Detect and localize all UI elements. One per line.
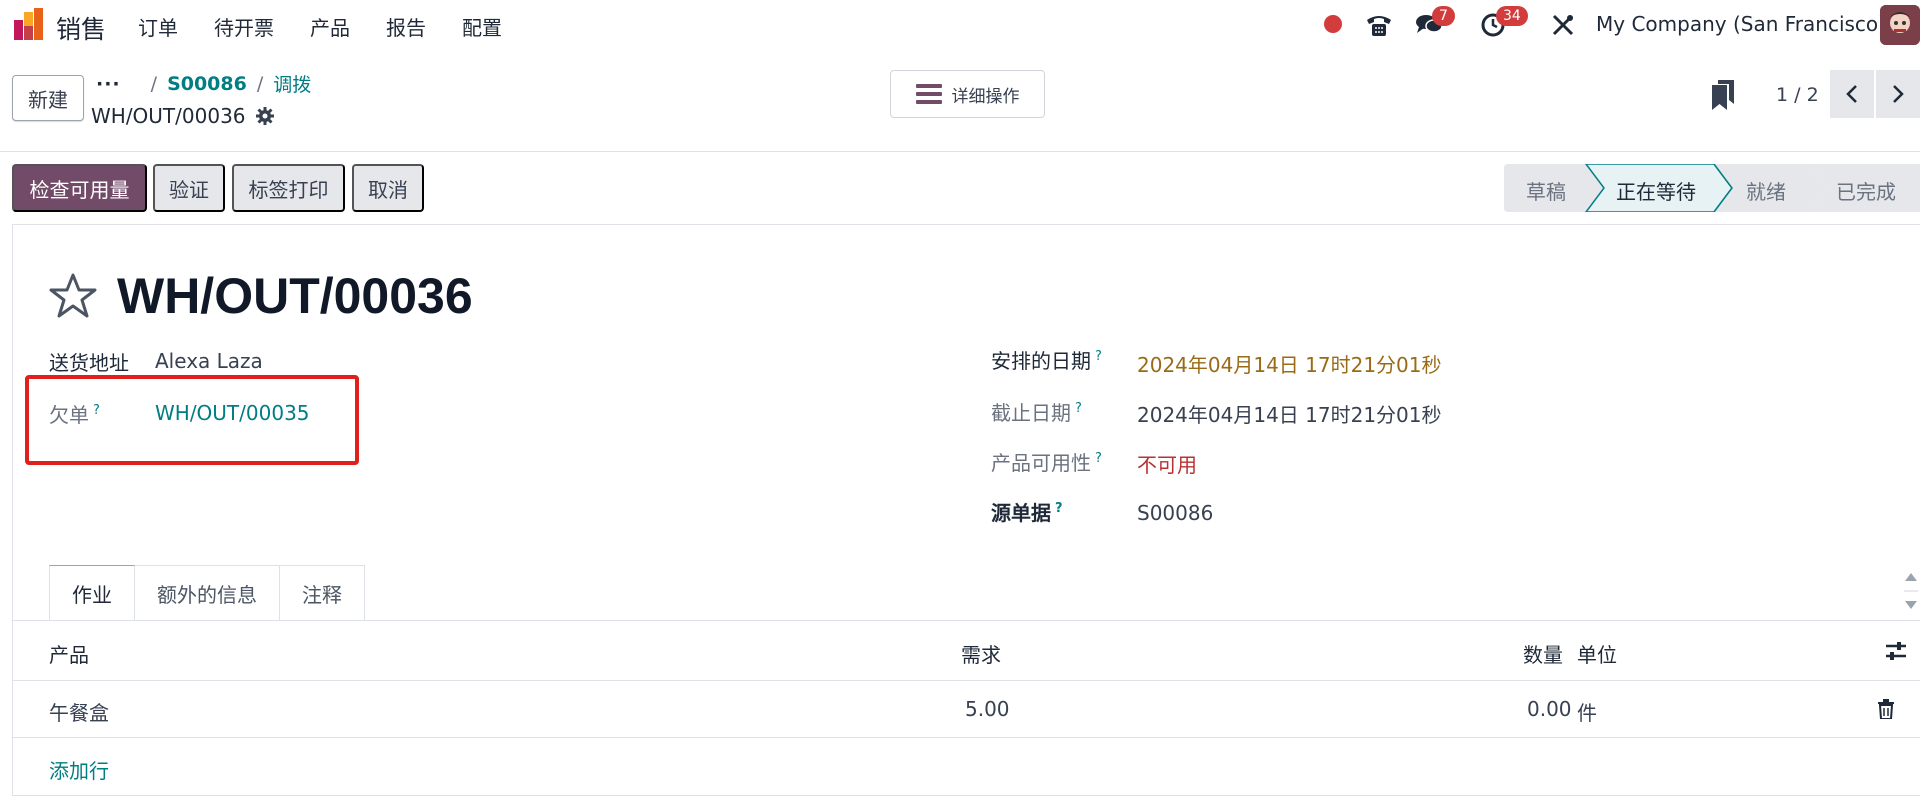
gear-icon[interactable] (255, 107, 274, 125)
table-row-divider (13, 737, 1920, 738)
cancel-button[interactable]: 取消 (352, 164, 424, 212)
tools-icon[interactable] (1548, 10, 1578, 40)
trash-icon[interactable] (1877, 699, 1895, 719)
stage-done[interactable]: 已完成 (1836, 176, 1896, 205)
tab-additional-info[interactable]: 额外的信息 (135, 565, 280, 621)
phone-icon[interactable] (1364, 10, 1394, 40)
help-icon[interactable]: ? (1075, 401, 1082, 416)
backorder-label: 欠单? (49, 399, 100, 428)
help-icon[interactable]: ? (1095, 349, 1102, 364)
deadline-label: 截止日期? (991, 397, 1082, 426)
tab-operations[interactable]: 作业 (49, 565, 135, 621)
row-quantity[interactable]: 0.00 (1527, 697, 1572, 721)
star-icon[interactable] (49, 273, 97, 319)
delivery-address-label: 送货地址 (49, 351, 129, 375)
scheduled-date-label-text: 安排的日期 (991, 349, 1091, 373)
record-name: WH/OUT/00036 (91, 104, 274, 128)
help-icon[interactable]: ? (1095, 451, 1102, 466)
status-bar: 检查可用量 验证 标签打印 取消 草稿 正在等待 就绪 已完成 (0, 152, 1920, 224)
row-demand[interactable]: 5.00 (965, 697, 1010, 721)
menu-item-to-invoice[interactable]: 待开票 (214, 12, 274, 41)
activities-count-badge: 34 (1496, 6, 1528, 26)
stage-waiting[interactable]: 正在等待 (1616, 176, 1696, 205)
hamburger-icon (915, 84, 942, 104)
chevron-right-icon (1893, 85, 1904, 103)
breadcrumb-item-transfers[interactable]: 调拨 (273, 70, 311, 97)
app-name[interactable]: 销售 (56, 10, 106, 46)
messages-count-badge: 7 (1432, 6, 1455, 26)
bookmark-icon[interactable] (1712, 80, 1734, 110)
column-header-product[interactable]: 产品 (49, 639, 89, 668)
add-line-link[interactable]: 添加行 (49, 755, 109, 784)
stage-draft[interactable]: 草稿 (1526, 176, 1566, 205)
help-icon[interactable]: ? (1055, 501, 1063, 516)
check-availability-button[interactable]: 检查可用量 (12, 164, 147, 212)
source-document-label-text: 源单据 (991, 501, 1051, 525)
breadcrumb-separator: / (256, 72, 264, 95)
actions-menu-button[interactable]: 详细操作 (890, 70, 1045, 118)
availability-label-text: 产品可用性 (991, 451, 1091, 475)
pager-previous-button[interactable] (1830, 70, 1874, 118)
breadcrumb: ··· / S00086 / 调拨 (96, 70, 311, 97)
recording-dot-icon[interactable] (1324, 15, 1342, 33)
tab-note[interactable]: 注释 (280, 565, 365, 621)
availability-label: 产品可用性? (991, 447, 1102, 476)
menu-item-configuration[interactable]: 配置 (462, 12, 502, 41)
column-header-quantity[interactable]: 数量 (1523, 639, 1563, 668)
page-title: WH/OUT/00036 (117, 268, 473, 324)
deadline-value: 2024年04月14日 17时21分01秒 (1137, 403, 1442, 427)
validate-button[interactable]: 验证 (153, 164, 225, 212)
company-switcher[interactable]: My Company (San Francisco) (1596, 12, 1886, 36)
availability-value: 不可用 (1137, 453, 1197, 477)
new-button[interactable]: 新建 (12, 75, 84, 121)
help-icon[interactable]: ? (93, 403, 100, 418)
scheduled-date-value[interactable]: 2024年04月14日 17时21分01秒 (1137, 349, 1442, 378)
sales-app-logo-icon[interactable] (12, 8, 46, 42)
row-uom: 件 (1577, 701, 1597, 725)
user-avatar[interactable] (1880, 5, 1920, 45)
menu-item-orders[interactable]: 订单 (138, 12, 178, 41)
control-panel: 新建 ··· / S00086 / 调拨 WH/OUT/00036 详细操作 1… (0, 50, 1920, 152)
title-row: WH/OUT/00036 (49, 267, 473, 325)
scroll-arrows-icon[interactable] (1903, 569, 1919, 613)
breadcrumb-separator: / (150, 72, 158, 95)
breadcrumb-item-sale-order[interactable]: S00086 (167, 73, 247, 95)
stage-ready[interactable]: 就绪 (1746, 176, 1786, 205)
top-navbar: 销售 订单 待开票 产品 报告 配置 7 34 My Company (San … (0, 0, 1920, 50)
column-settings-icon[interactable] (1885, 641, 1907, 661)
source-document-value[interactable]: S00086 (1137, 501, 1213, 525)
deadline-label-text: 截止日期 (991, 401, 1071, 425)
backorder-label-text: 欠单 (49, 403, 89, 427)
pager-next-button[interactable] (1876, 70, 1920, 118)
scheduled-date-label: 安排的日期? (991, 345, 1102, 374)
actions-menu-label: 详细操作 (951, 86, 1020, 106)
menu-item-reporting[interactable]: 报告 (386, 12, 426, 41)
row-product[interactable]: 午餐盒 (49, 697, 109, 726)
pager-value[interactable]: 1 / 2 (1776, 84, 1819, 106)
main-menu: 订单 待开票 产品 报告 配置 (138, 12, 538, 41)
menu-item-products[interactable]: 产品 (310, 12, 350, 41)
table-header-divider (13, 680, 1920, 681)
notebook-tabs: 作业 额外的信息 注释 (49, 565, 365, 621)
delivery-address-value[interactable]: Alexa Laza (155, 349, 263, 373)
chevron-left-icon (1846, 85, 1857, 103)
source-document-label: 源单据? (991, 497, 1063, 526)
column-header-demand[interactable]: 需求 (961, 639, 1001, 668)
backorder-link[interactable]: WH/OUT/00035 (155, 401, 310, 425)
print-labels-button[interactable]: 标签打印 (232, 164, 345, 212)
form-sheet: WH/OUT/00036 送货地址 Alexa Laza 欠单? WH/OUT/… (12, 224, 1920, 796)
column-header-uom[interactable]: 单位 (1577, 639, 1617, 668)
record-name-label: WH/OUT/00036 (91, 104, 246, 128)
operations-table-top-border (13, 620, 1920, 621)
breadcrumb-more-icon[interactable]: ··· (96, 73, 121, 95)
